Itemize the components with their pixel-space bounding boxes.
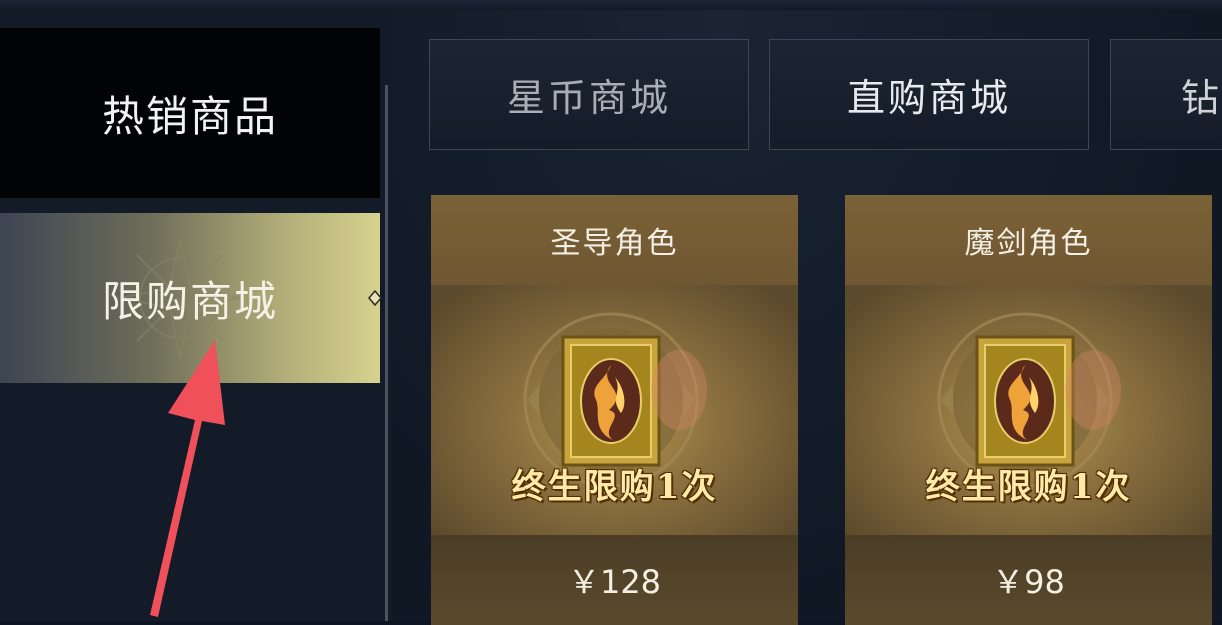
product-title: 圣导角色 (550, 226, 679, 261)
tab-label: 钻 (1181, 76, 1222, 120)
annotation-arrow-icon (150, 340, 225, 617)
tab-direct-purchase-shop[interactable]: 直购商城 (769, 39, 1089, 150)
product-card-demon-sword[interactable]: 魔剑角色 终生限购1次 ￥98 (845, 195, 1212, 625)
tab-diamond-shop[interactable]: 钻 (1110, 39, 1222, 150)
product-title-bar: 魔剑角色 (845, 195, 1212, 285)
price-label: ￥98 (992, 563, 1065, 601)
purchase-limit-badge: 终生限购1次 (925, 467, 1132, 507)
sidebar-item-label: 热销商品 (101, 91, 278, 141)
tab-label: 星币商城 (506, 76, 671, 120)
product-title-bar: 圣导角色 (431, 195, 798, 285)
purchase-limit-badge: 终生限购1次 (511, 467, 718, 507)
price-label: ￥128 (567, 563, 662, 601)
tab-star-coin-shop[interactable]: 星币商城 (429, 39, 749, 150)
product-title: 魔剑角色 (964, 226, 1093, 261)
top-strip (0, 0, 1222, 10)
sidebar-item-hot-products[interactable]: 热销商品 (0, 28, 380, 198)
price-bar: ￥98 (845, 535, 1212, 625)
selection-indicator-icon (368, 290, 382, 306)
sidebar-item-label: 限购商城 (101, 276, 278, 326)
sidebar-divider (385, 85, 388, 621)
product-card-saint-guide[interactable]: 圣导角色 终生限购1次 ￥128 (431, 195, 798, 625)
tab-label: 直购商城 (846, 76, 1011, 120)
price-bar: ￥128 (431, 535, 798, 625)
